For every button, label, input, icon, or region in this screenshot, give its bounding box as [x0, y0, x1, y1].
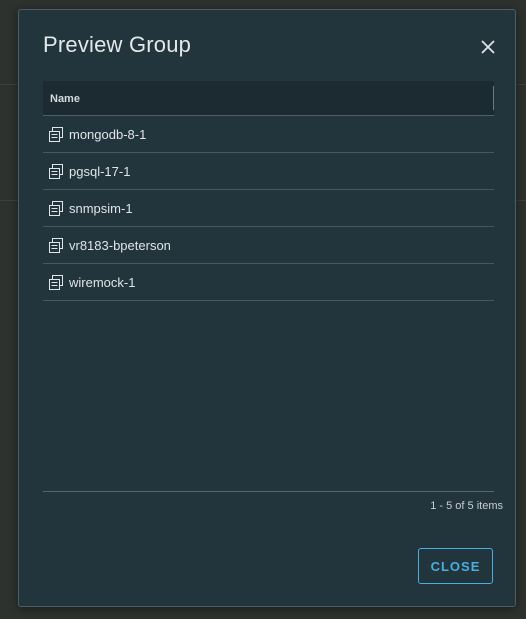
vm-icon — [49, 127, 64, 142]
vm-icon — [49, 275, 64, 290]
row-name: vr8183-bpeterson — [69, 238, 171, 253]
row-name: mongodb-8-1 — [69, 127, 147, 142]
data-grid: Name mongodb-8-1 pgsql-17-1 snmpsim-1 vr… — [43, 81, 495, 493]
table-row[interactable]: wiremock-1 — [43, 264, 494, 301]
table-row[interactable]: mongodb-8-1 — [43, 116, 494, 153]
close-button[interactable]: CLOSE — [418, 548, 493, 584]
table-row[interactable]: pgsql-17-1 — [43, 153, 494, 190]
vm-icon — [49, 238, 64, 253]
row-name: pgsql-17-1 — [69, 164, 131, 179]
vm-icon — [49, 164, 64, 179]
table-row[interactable]: snmpsim-1 — [43, 190, 494, 227]
row-name: wiremock-1 — [69, 275, 136, 290]
grid-body: mongodb-8-1 pgsql-17-1 snmpsim-1 vr8183-… — [43, 116, 494, 301]
column-header-name[interactable]: Name — [50, 93, 80, 105]
close-icon[interactable] — [478, 37, 498, 57]
grid-header: Name — [43, 81, 494, 116]
row-name: snmpsim-1 — [69, 201, 133, 216]
preview-group-dialog: Preview Group Name mongodb-8-1 pgsql-17-… — [18, 9, 516, 607]
vm-icon — [49, 201, 64, 216]
grid-footer-divider — [43, 491, 494, 492]
table-row[interactable]: vr8183-bpeterson — [43, 227, 494, 264]
column-resize-handle[interactable] — [493, 86, 494, 110]
dialog-title: Preview Group — [43, 32, 192, 57]
pagination-text: 1 - 5 of 5 items — [430, 500, 503, 512]
